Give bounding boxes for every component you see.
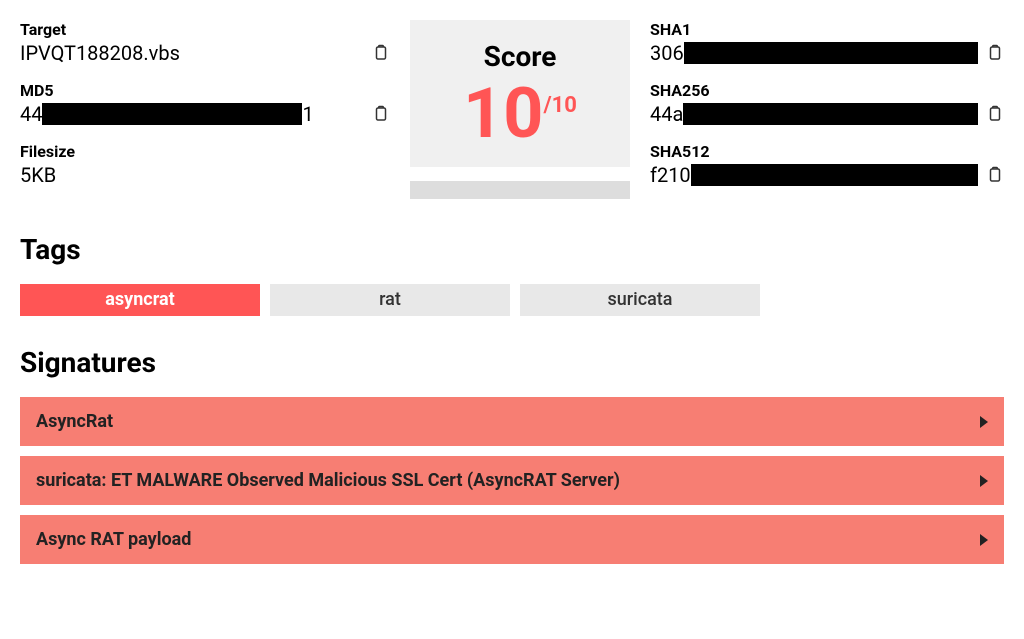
score-panel: Score 10/10	[410, 20, 630, 199]
signatures-list: AsyncRat suricata: ET MALWARE Observed Ma…	[20, 397, 1004, 564]
chevron-right-icon	[980, 416, 988, 428]
signature-row[interactable]: AsyncRat	[20, 397, 1004, 446]
redacted-bar	[683, 103, 978, 125]
chevron-right-icon	[980, 475, 988, 487]
signature-label: Async RAT payload	[36, 529, 191, 550]
tag-rat[interactable]: rat	[270, 284, 510, 316]
signature-label: suricata: ET MALWARE Observed Malicious …	[36, 470, 620, 491]
signature-label: AsyncRat	[36, 411, 113, 432]
tag-suricata[interactable]: suricata	[520, 284, 760, 316]
md5-value: 44 1	[20, 102, 364, 126]
score-bar	[410, 181, 630, 199]
score-max: /10	[543, 93, 576, 118]
sha256-prefix: 44a	[650, 102, 683, 126]
left-column: Target IPVQT188208.vbs MD5 44 1	[20, 20, 390, 203]
tags-heading: Tags	[20, 233, 1004, 266]
sha1-prefix: 306	[650, 41, 684, 65]
filesize-value: 5KB	[20, 163, 390, 187]
signature-row[interactable]: suricata: ET MALWARE Observed Malicious …	[20, 456, 1004, 505]
sha512-block: SHA512 f210	[650, 142, 1004, 187]
signatures-heading: Signatures	[20, 346, 1004, 379]
redacted-bar	[691, 164, 978, 186]
sha512-prefix: f210	[650, 163, 691, 187]
right-column: SHA1 306 SHA256 44a	[650, 20, 1004, 203]
tags-row: asyncrat rat suricata	[20, 284, 1004, 316]
copy-icon[interactable]	[986, 165, 1004, 185]
score-display: 10/10	[420, 79, 620, 149]
redacted-bar	[684, 42, 978, 64]
signature-row[interactable]: Async RAT payload	[20, 515, 1004, 564]
target-label: Target	[20, 20, 390, 39]
summary-grid: Target IPVQT188208.vbs MD5 44 1	[20, 20, 1004, 203]
sha256-value: 44a	[650, 102, 978, 126]
chevron-right-icon	[980, 534, 988, 546]
score-title: Score	[420, 40, 620, 73]
copy-icon[interactable]	[986, 43, 1004, 63]
target-block: Target IPVQT188208.vbs	[20, 20, 390, 65]
sha1-block: SHA1 306	[650, 20, 1004, 65]
redacted-bar	[42, 103, 302, 125]
target-value: IPVQT188208.vbs	[20, 41, 364, 65]
md5-block: MD5 44 1	[20, 81, 390, 126]
md5-prefix: 44	[20, 102, 42, 126]
filesize-block: Filesize 5KB	[20, 142, 390, 187]
copy-icon[interactable]	[372, 104, 390, 124]
sha256-block: SHA256 44a	[650, 81, 1004, 126]
copy-icon[interactable]	[372, 43, 390, 63]
sha1-label: SHA1	[650, 20, 1004, 39]
copy-icon[interactable]	[986, 104, 1004, 124]
sha512-label: SHA512	[650, 142, 1004, 161]
sha512-value: f210	[650, 163, 978, 187]
score-value: 10	[463, 79, 543, 149]
sha1-value: 306	[650, 41, 978, 65]
md5-label: MD5	[20, 81, 390, 100]
tag-asyncrat[interactable]: asyncrat	[20, 284, 260, 316]
md5-suffix: 1	[302, 102, 313, 126]
sha256-label: SHA256	[650, 81, 1004, 100]
filesize-label: Filesize	[20, 142, 390, 161]
